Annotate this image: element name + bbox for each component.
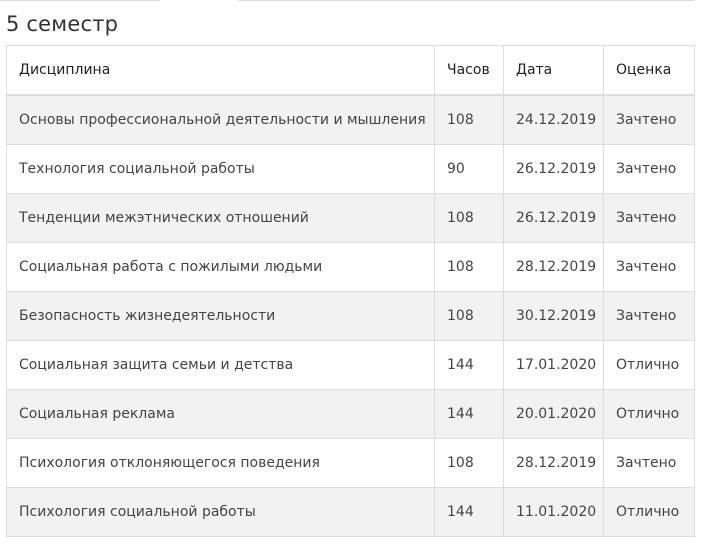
discipline-cell: Психология социальной работы [6,487,435,537]
hours-cell: 108 [434,291,504,341]
table-row: Социальная реклама 144 20.01.2020 Отличн… [6,389,695,439]
hours-cell: 144 [434,389,504,439]
grade-cell: Зачтено [603,193,695,243]
column-header-grade: Оценка [603,45,695,96]
table-row: Безопасность жизнедеятельности 108 30.12… [6,291,695,341]
discipline-cell: Социальная реклама [6,389,435,439]
discipline-cell: Безопасность жизнедеятельности [6,291,435,341]
date-cell: 26.12.2019 [503,193,604,243]
table-row: Тенденции межэтнических отношений 108 26… [6,193,695,243]
grade-cell: Отлично [603,487,695,537]
grade-cell: Зачтено [603,144,695,194]
column-header-date: Дата [503,45,604,96]
table-header: Дисциплина Часов Дата Оценка [6,45,695,96]
discipline-cell: Технология социальной работы [6,144,435,194]
table-row: Социальная работа с пожилыми людьми 108 … [6,242,695,292]
tab-divider-right [238,0,694,1]
grade-cell: Зачтено [603,438,695,488]
date-cell: 17.01.2020 [503,340,604,390]
date-cell: 28.12.2019 [503,438,604,488]
table-body: Основы профессиональной деятельности и м… [6,94,695,537]
date-cell: 24.12.2019 [503,94,604,145]
discipline-cell: Социальная работа с пожилыми людьми [6,242,435,292]
hours-cell: 108 [434,94,504,145]
hours-cell: 90 [434,144,504,194]
header-row: Дисциплина Часов Дата Оценка [6,45,695,96]
table-row: Психология социальной работы 144 11.01.2… [6,487,695,537]
grade-cell: Отлично [603,340,695,390]
table-row: Основы профессиональной деятельности и м… [6,94,695,145]
discipline-cell: Психология отклоняющегося поведения [6,438,435,488]
column-header-discipline: Дисциплина [6,45,435,96]
hours-cell: 108 [434,242,504,292]
hours-cell: 144 [434,487,504,537]
semester-title: 5 семестр [6,12,119,36]
discipline-cell: Тенденции межэтнических отношений [6,193,435,243]
hours-cell: 108 [434,438,504,488]
grade-cell: Зачтено [603,291,695,341]
date-cell: 30.12.2019 [503,291,604,341]
date-cell: 28.12.2019 [503,242,604,292]
grade-cell: Зачтено [603,242,695,292]
grade-cell: Зачтено [603,94,695,145]
table-row: Технология социальной работы 90 26.12.20… [6,144,695,194]
table-row: Психология отклоняющегося поведения 108 … [6,438,695,488]
date-cell: 11.01.2020 [503,487,604,537]
discipline-cell: Основы профессиональной деятельности и м… [6,94,435,145]
hours-cell: 144 [434,340,504,390]
grade-cell: Отлично [603,389,695,439]
tab-divider-left [0,0,160,1]
column-header-hours: Часов [434,45,504,96]
discipline-cell: Социальная защита семьи и детства [6,340,435,390]
date-cell: 26.12.2019 [503,144,604,194]
date-cell: 20.01.2020 [503,389,604,439]
hours-cell: 108 [434,193,504,243]
table-row: Социальная защита семьи и детства 144 17… [6,340,695,390]
grades-table: Дисциплина Часов Дата Оценка Основы проф… [6,45,695,537]
